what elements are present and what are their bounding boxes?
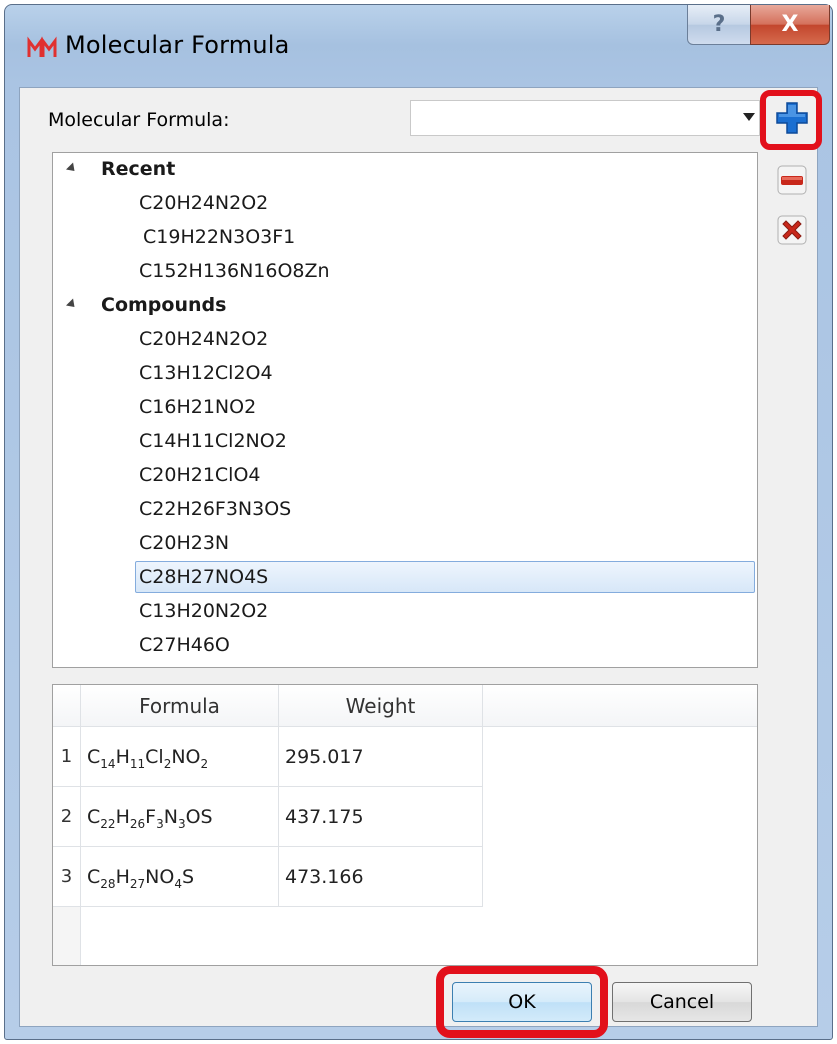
tree-item-label: C13H20N2O2: [139, 600, 269, 622]
tree-item-label: C19H22N3O3F1: [143, 226, 296, 248]
tree-item-label: C27H46O: [139, 634, 230, 656]
row-number[interactable]: 2: [53, 787, 81, 847]
tree-item-label: C20H24N2O2: [139, 328, 269, 350]
tree-item-label: C20H23N: [139, 532, 230, 554]
tree-item-label: C20H21ClO4: [139, 464, 261, 486]
table-header-filler: [483, 685, 757, 727]
cancel-button[interactable]: Cancel: [612, 982, 752, 1022]
tree-group-label: Recent: [101, 158, 176, 180]
plus-icon: [776, 102, 808, 134]
close-icon: X: [781, 12, 799, 37]
ok-button[interactable]: OK: [452, 982, 592, 1022]
tree-group-recent[interactable]: Recent: [53, 153, 757, 185]
expand-triangle-icon[interactable]: [65, 298, 79, 311]
help-icon: ?: [712, 12, 726, 37]
tree-item-label: C13H12Cl2O4: [139, 362, 273, 384]
close-button[interactable]: X: [750, 5, 830, 45]
window-title: Molecular Formula: [65, 31, 290, 59]
tree-item[interactable]: C16H21NO2: [53, 391, 757, 423]
formula-tree[interactable]: Recent C20H24N2O2 C19H22N3O3F1 C152H136N…: [52, 152, 758, 668]
formula-label: Molecular Formula:: [48, 109, 230, 131]
tree-item[interactable]: C20H24N2O2: [53, 187, 757, 219]
tree-item[interactable]: C20H23N: [53, 527, 757, 559]
table-corner-header: [53, 685, 81, 727]
tree-item[interactable]: C19H22N3O3F1: [53, 221, 757, 253]
help-button[interactable]: ?: [687, 5, 751, 45]
tree-item-label: C152H136N16O8Zn: [139, 260, 330, 282]
tree-item[interactable]: C14H11Cl2NO2: [53, 425, 757, 457]
tree-group-compounds[interactable]: Compounds: [53, 289, 757, 321]
tree-item-label: C16H21NO2: [139, 396, 257, 418]
dropdown-arrow-icon[interactable]: [743, 113, 755, 121]
tree-item[interactable]: C22H26F3N3OS: [53, 493, 757, 525]
formula-cell[interactable]: C22H26F3N3OS: [81, 787, 279, 847]
formula-weight-table[interactable]: Formula Weight 1 C14H11Cl2NO2 295.017 2 …: [52, 684, 758, 966]
tree-item-selected[interactable]: C28H27NO4S: [53, 561, 757, 593]
expand-triangle-icon[interactable]: [65, 162, 79, 175]
weight-column-header[interactable]: Weight: [279, 685, 483, 727]
formula-cell[interactable]: C28H27NO4S: [81, 847, 279, 907]
tree-group-label: Compounds: [101, 294, 227, 316]
tree-item-label: C14H11Cl2NO2: [139, 430, 287, 452]
tree-item-label: C28H27NO4S: [139, 566, 269, 588]
tree-item[interactable]: C13H12Cl2O4: [53, 357, 757, 389]
tree-item[interactable]: C152H136N16O8Zn: [53, 255, 757, 287]
weight-cell[interactable]: 295.017: [279, 727, 483, 787]
weight-cell[interactable]: 437.175: [279, 787, 483, 847]
tree-item[interactable]: C13H20N2O2: [53, 595, 757, 627]
tree-item[interactable]: C20H24N2O2: [53, 323, 757, 355]
tree-item[interactable]: C27H46O: [53, 629, 757, 661]
formula-combobox[interactable]: [410, 100, 760, 136]
dialog-client-area: Molecular Formula: Recent C20H24N2O2 C19…: [19, 87, 822, 1038]
tree-item-label: C22H26F3N3OS: [139, 498, 292, 520]
row-number[interactable]: 1: [53, 727, 81, 787]
remove-formula-button[interactable]: [772, 162, 812, 198]
minus-icon: [777, 165, 807, 195]
molecular-formula-dialog: Molecular Formula ? X Molecular Formula:: [4, 4, 833, 1040]
molecule-app-icon: [27, 36, 57, 57]
row-number[interactable]: 3: [53, 847, 81, 907]
weight-cell[interactable]: 473.166: [279, 847, 483, 907]
add-formula-button[interactable]: [772, 100, 812, 136]
delete-all-button[interactable]: [772, 212, 812, 248]
tree-item[interactable]: C20H21ClO4: [53, 459, 757, 491]
empty-row-header: [53, 907, 81, 965]
formula-cell[interactable]: C14H11Cl2NO2: [81, 727, 279, 787]
x-icon: [777, 215, 807, 245]
formula-column-header[interactable]: Formula: [81, 685, 279, 727]
tree-item-label: C20H24N2O2: [139, 192, 269, 214]
